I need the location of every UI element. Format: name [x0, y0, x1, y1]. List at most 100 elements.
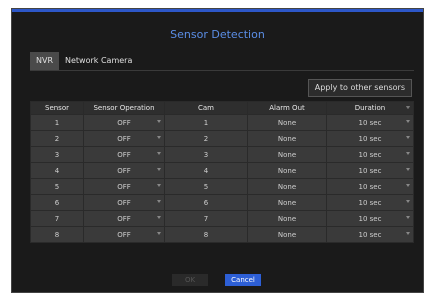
- apply-to-other-sensors-button[interactable]: Apply to other sensors: [307, 79, 412, 97]
- cell-sensor-operation-value: OFF: [117, 214, 131, 223]
- cell-alarm-out[interactable]: None: [247, 162, 327, 179]
- cell-cam[interactable]: 5: [164, 178, 248, 195]
- cell-sensor-number: 5: [30, 178, 84, 195]
- cell-alarm-out[interactable]: None: [247, 178, 327, 195]
- column-header-duration[interactable]: Duration: [326, 101, 414, 115]
- cell-sensor-number: 4: [30, 162, 84, 179]
- cell-alarm-out[interactable]: None: [247, 130, 327, 147]
- chevron-down-icon: [406, 120, 410, 123]
- cell-alarm-out-value: None: [277, 198, 297, 207]
- cell-duration-value: 10 sec: [358, 118, 382, 127]
- cell-duration[interactable]: 10 sec: [326, 178, 414, 195]
- cell-duration[interactable]: 10 sec: [326, 226, 414, 243]
- cell-cam-value: 4: [203, 166, 209, 175]
- cell-cam[interactable]: 4: [164, 162, 248, 179]
- table-row: 1 OFF 1 None 10 sec: [30, 114, 414, 131]
- chevron-down-icon: [157, 136, 161, 139]
- cell-sensor-operation-value: OFF: [117, 166, 131, 175]
- cell-duration-value: 10 sec: [358, 134, 382, 143]
- sensor-table-body: 1 OFF 1 None 10 sec 2 OFF 2 None 10 sec 3 OFF 3 None 1…: [30, 114, 414, 243]
- cell-duration-value: 10 sec: [358, 230, 382, 239]
- cell-sensor-operation[interactable]: OFF: [83, 146, 165, 163]
- chevron-down-icon: [406, 216, 410, 219]
- column-header-sensor-operation[interactable]: Sensor Operation: [83, 101, 410, 115]
- cell-cam-value: 8: [203, 230, 209, 239]
- cell-cam[interactable]: 1: [164, 114, 248, 131]
- cell-cam[interactable]: 7: [164, 210, 248, 227]
- cell-alarm-out[interactable]: None: [247, 194, 327, 211]
- cell-sensor-number-value: 1: [54, 118, 60, 127]
- cell-duration[interactable]: 10 sec: [326, 146, 414, 163]
- cell-alarm-out-value: None: [277, 166, 297, 175]
- cell-cam-value: 3: [203, 150, 209, 159]
- chevron-down-icon: [406, 168, 410, 171]
- cell-duration[interactable]: 10 sec: [326, 114, 414, 131]
- cell-sensor-number: 8: [30, 226, 84, 243]
- cell-sensor-operation[interactable]: OFF: [83, 194, 165, 211]
- column-header-sensor: Sensor: [30, 101, 84, 115]
- cell-sensor-operation[interactable]: OFF: [83, 114, 165, 131]
- cell-sensor-operation-value: OFF: [117, 118, 131, 127]
- cell-duration-value: 10 sec: [358, 214, 382, 223]
- dialog-title: Sensor Detection: [170, 28, 265, 41]
- column-header-alarm-out[interactable]: Alarm Out: [247, 101, 410, 115]
- cell-sensor-number-value: 5: [54, 182, 60, 191]
- cell-cam-value: 6: [203, 198, 209, 207]
- ok-button[interactable]: OK: [172, 274, 208, 286]
- chevron-down-icon: [405, 105, 410, 109]
- cell-duration-value: 10 sec: [358, 166, 382, 175]
- cell-cam[interactable]: 8: [164, 226, 248, 243]
- cell-sensor-number: 7: [30, 210, 84, 227]
- cell-alarm-out-value: None: [277, 118, 297, 127]
- cell-sensor-operation[interactable]: OFF: [83, 226, 165, 243]
- cell-sensor-operation[interactable]: OFF: [83, 178, 165, 195]
- chevron-down-icon: [157, 168, 161, 171]
- cell-cam[interactable]: 2: [164, 130, 248, 147]
- cell-sensor-number: 1: [30, 114, 84, 131]
- cell-sensor-number: 2: [30, 130, 84, 147]
- cell-sensor-number: 3: [30, 146, 84, 163]
- table-row: 5 OFF 5 None 10 sec: [30, 178, 414, 195]
- cell-cam-value: 2: [203, 134, 209, 143]
- cell-duration-value: 10 sec: [358, 198, 382, 207]
- tab-nvr[interactable]: NVR: [30, 52, 60, 70]
- chevron-down-icon: [157, 152, 161, 155]
- cell-duration[interactable]: 10 sec: [326, 130, 414, 147]
- cell-sensor-operation-value: OFF: [117, 150, 131, 159]
- chevron-down-icon: [406, 200, 410, 203]
- column-header-cam[interactable]: Cam: [164, 101, 410, 115]
- cell-alarm-out[interactable]: None: [247, 226, 327, 243]
- cell-cam[interactable]: 6: [164, 194, 248, 211]
- cell-duration[interactable]: 10 sec: [326, 162, 414, 179]
- chevron-down-icon: [157, 184, 161, 187]
- chevron-down-icon: [157, 200, 161, 203]
- sensor-detection-dialog: Sensor Detection NVR Network Camera Appl…: [11, 8, 424, 293]
- cell-alarm-out-value: None: [277, 230, 297, 239]
- table-row: 4 OFF 4 None 10 sec: [30, 162, 414, 179]
- table-header-row: Sensor Sensor Operation Cam Alarm Out Du…: [30, 101, 414, 115]
- table-row: 6 OFF 6 None 10 sec: [30, 194, 414, 211]
- cell-alarm-out[interactable]: None: [247, 146, 327, 163]
- cell-alarm-out-value: None: [277, 182, 297, 191]
- cell-alarm-out[interactable]: None: [247, 210, 327, 227]
- cell-sensor-number-value: 3: [54, 150, 60, 159]
- cell-sensor-operation-value: OFF: [117, 134, 131, 143]
- cell-alarm-out[interactable]: None: [247, 114, 327, 131]
- cell-cam[interactable]: 3: [164, 146, 248, 163]
- cell-alarm-out-value: None: [277, 150, 297, 159]
- chevron-down-icon: [157, 120, 161, 123]
- cell-sensor-number-value: 4: [54, 166, 60, 175]
- cell-sensor-operation-value: OFF: [117, 198, 131, 207]
- cell-sensor-number-value: 8: [54, 230, 60, 239]
- cancel-button[interactable]: Cancel: [225, 274, 261, 286]
- cell-sensor-operation[interactable]: OFF: [83, 130, 165, 147]
- cell-sensor-number-value: 6: [54, 198, 60, 207]
- cell-cam-value: 7: [203, 214, 209, 223]
- cell-duration[interactable]: 10 sec: [326, 210, 414, 227]
- cell-sensor-operation[interactable]: OFF: [83, 162, 165, 179]
- cell-duration[interactable]: 10 sec: [326, 194, 414, 211]
- tab-network-camera[interactable]: Network Camera: [59, 52, 138, 70]
- cell-alarm-out-value: None: [277, 214, 297, 223]
- cell-sensor-operation[interactable]: OFF: [83, 210, 165, 227]
- tab-panel: Apply to other sensors Sensor Sensor Ope…: [30, 70, 414, 275]
